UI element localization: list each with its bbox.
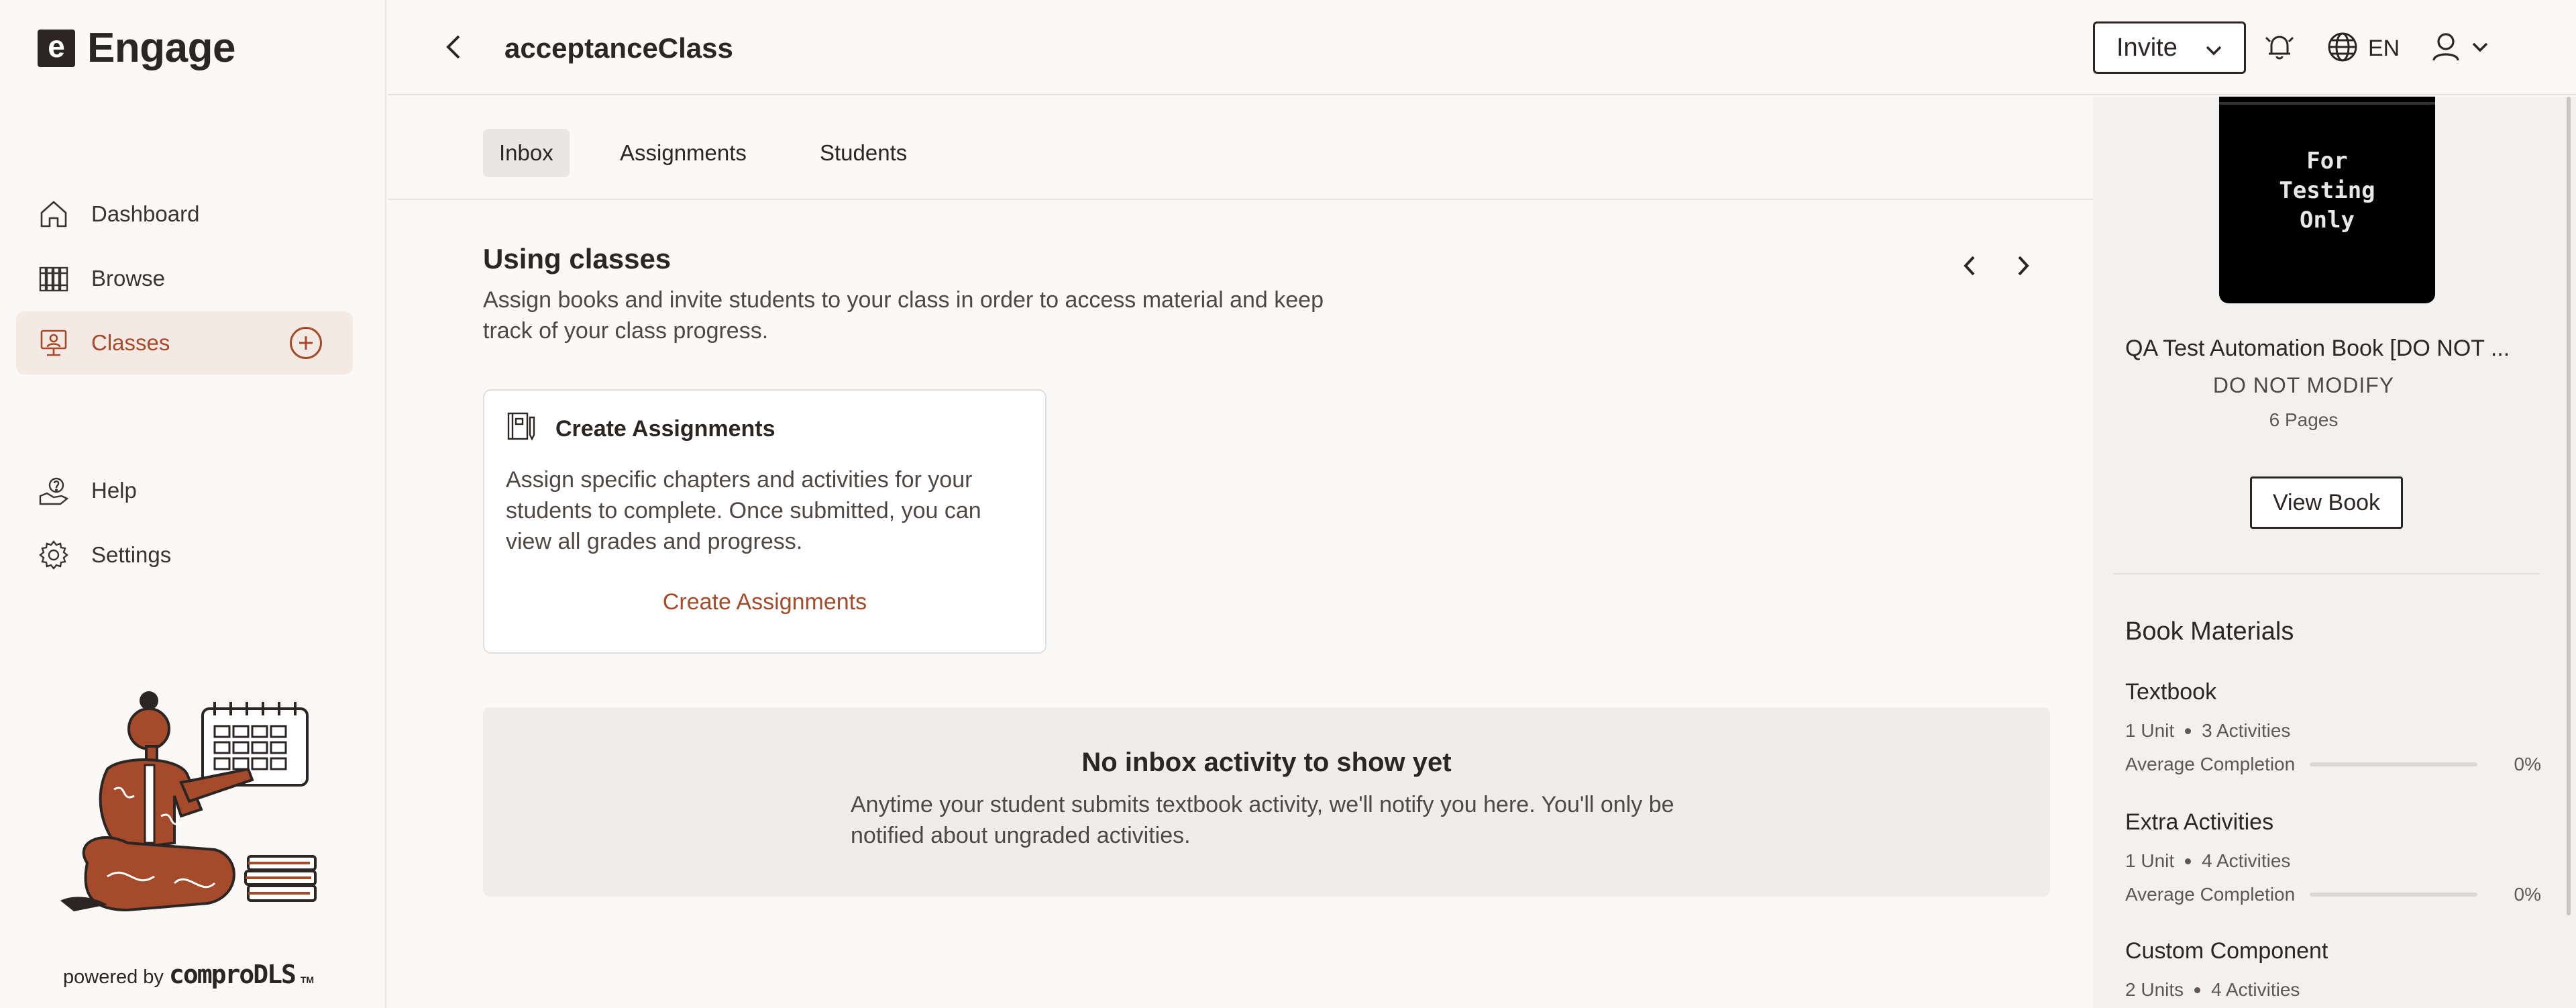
app-logo[interactable]: e Engage — [38, 24, 235, 72]
chevron-down-icon — [2470, 37, 2490, 60]
globe-icon — [2326, 31, 2359, 66]
book-subtitle: DO NOT MODIFY — [2212, 373, 2395, 397]
separator-dot — [2185, 727, 2192, 734]
page-title: acceptanceClass — [504, 32, 733, 64]
help-icon — [36, 473, 71, 508]
notifications-button[interactable] — [2263, 30, 2296, 67]
powered-tm: TM — [300, 974, 315, 985]
add-class-icon[interactable] — [290, 327, 322, 359]
material-activities: 4 Activities — [2202, 850, 2291, 871]
back-button[interactable] — [435, 30, 472, 67]
material-completion: Average Completion 0% — [2125, 748, 2541, 781]
separator-dot — [2194, 987, 2201, 993]
sidebar-item-settings[interactable]: Settings — [16, 523, 353, 587]
invite-button[interactable]: Invite — [2093, 21, 2246, 74]
cover-text: For Testing Only — [2279, 148, 2375, 234]
chevron-down-icon — [2204, 38, 2224, 67]
classroom-icon — [36, 325, 71, 360]
material-name: Textbook — [2125, 679, 2217, 705]
completion-bar — [2310, 762, 2478, 766]
user-menu-button[interactable] — [2431, 30, 2490, 67]
carousel-next-button[interactable] — [2004, 248, 2042, 286]
section-description: Assign books and invite students to your… — [483, 287, 1324, 344]
tab-assignments[interactable]: Assignments — [604, 129, 763, 177]
language-selector[interactable]: EN — [2326, 30, 2400, 67]
separator-dot — [2185, 858, 2192, 864]
tab-students[interactable]: Students — [804, 129, 923, 177]
class-tabs: Inbox Assignments Students — [388, 97, 2093, 200]
inbox-empty-state: No inbox activity to show yet Anytime yo… — [483, 707, 2050, 897]
chevron-right-icon — [2015, 254, 2031, 281]
cover-band-line — [2219, 102, 2435, 105]
carousel-prev-button[interactable] — [1951, 248, 1988, 286]
empty-state-description: Anytime your student submits textbook ac… — [851, 792, 1674, 848]
sidebar-nav: Dashboard Browse Classes Help Settings — [16, 183, 353, 588]
logo-mark: e — [38, 29, 75, 67]
assignment-book-icon — [506, 411, 535, 448]
material-completion: Average Completion 0% — [2125, 878, 2541, 911]
panel-divider — [2113, 573, 2540, 574]
main-content: Inbox Assignments Students Using classes… — [388, 97, 2093, 1008]
material-name: Extra Activities — [2125, 809, 2274, 835]
invite-label: Invite — [2116, 33, 2178, 62]
app-name: Engage — [87, 25, 235, 71]
bell-icon — [2263, 31, 2296, 66]
sidebar-item-label: Browse — [91, 266, 166, 291]
create-assignments-link[interactable]: Create Assignments — [484, 589, 1045, 615]
view-book-button[interactable]: View Book — [2250, 476, 2403, 529]
tab-inbox[interactable]: Inbox — [483, 129, 570, 177]
sidebar-item-dashboard[interactable]: Dashboard — [16, 183, 353, 246]
material-meta: 2 Units 4 Activities — [2125, 973, 2541, 1007]
material-units: 1 Unit — [2125, 850, 2175, 871]
create-assignments-card: Create Assignments Assign specific chapt… — [483, 389, 1046, 654]
sidebar-item-help[interactable]: Help — [16, 459, 353, 522]
chevron-left-icon — [444, 34, 463, 64]
powered-by: powered by comproDLS TM — [63, 960, 314, 989]
empty-state-title: No inbox activity to show yet — [1081, 748, 1452, 777]
top-header: acceptanceClass Invite EN — [388, 0, 2576, 95]
books-icon — [36, 261, 71, 296]
material-units: 2 Units — [2125, 979, 2184, 1000]
sidebar-item-label: Help — [91, 478, 137, 503]
gear-icon — [36, 538, 71, 572]
powered-brand: comproDLS — [168, 960, 297, 989]
material-units: 1 Unit — [2125, 720, 2175, 741]
completion-label: Average Completion — [2125, 754, 2296, 774]
card-title: Create Assignments — [555, 416, 775, 442]
language-label: EN — [2368, 35, 2400, 61]
user-icon — [2431, 31, 2461, 66]
chevron-left-icon — [1962, 254, 1978, 281]
book-title: QA Test Automation Book [DO NOT ... — [2125, 336, 2510, 361]
material-activities: 3 Activities — [2202, 720, 2291, 741]
material-item[interactable]: Textbook 1 Unit 3 Activities Average Com… — [2125, 679, 2541, 781]
book-pages: 6 Pages — [2269, 409, 2339, 430]
book-panel: For Testing Only QA Test Automation Book… — [2093, 97, 2576, 1008]
sidebar: e Engage Dashboard Browse Classes Help S… — [0, 0, 386, 1008]
panel-scrollbar[interactable] — [2567, 97, 2571, 915]
materials-heading: Book Materials — [2125, 617, 2294, 646]
sidebar-item-label: Settings — [91, 542, 172, 567]
sidebar-item-classes[interactable]: Classes — [16, 311, 353, 374]
teacher-illustration — [47, 682, 329, 923]
card-header: Create Assignments — [506, 411, 775, 448]
card-body: Assign specific chapters and activities … — [506, 467, 981, 554]
material-activities: 4 Activities — [2211, 979, 2300, 1000]
powered-prefix: powered by — [63, 966, 164, 988]
book-cover[interactable]: For Testing Only — [2219, 97, 2435, 303]
sidebar-item-browse[interactable]: Browse — [16, 247, 353, 310]
completion-percent: 0% — [2514, 884, 2541, 905]
section-title: Using classes — [483, 243, 672, 274]
completion-label: Average Completion — [2125, 884, 2296, 905]
completion-percent: 0% — [2514, 754, 2541, 774]
material-item[interactable]: Extra Activities 1 Unit 4 Activities Ave… — [2125, 809, 2541, 911]
sidebar-item-label: Dashboard — [91, 201, 200, 226]
material-name: Custom Component — [2125, 938, 2328, 964]
home-icon — [36, 197, 71, 232]
material-meta: 1 Unit 4 Activities — [2125, 844, 2541, 878]
sidebar-item-label: Classes — [91, 330, 170, 355]
material-item[interactable]: Custom Component 2 Units 4 Activities — [2125, 938, 2541, 1007]
completion-bar — [2310, 893, 2478, 897]
material-meta: 1 Unit 3 Activities — [2125, 714, 2541, 748]
